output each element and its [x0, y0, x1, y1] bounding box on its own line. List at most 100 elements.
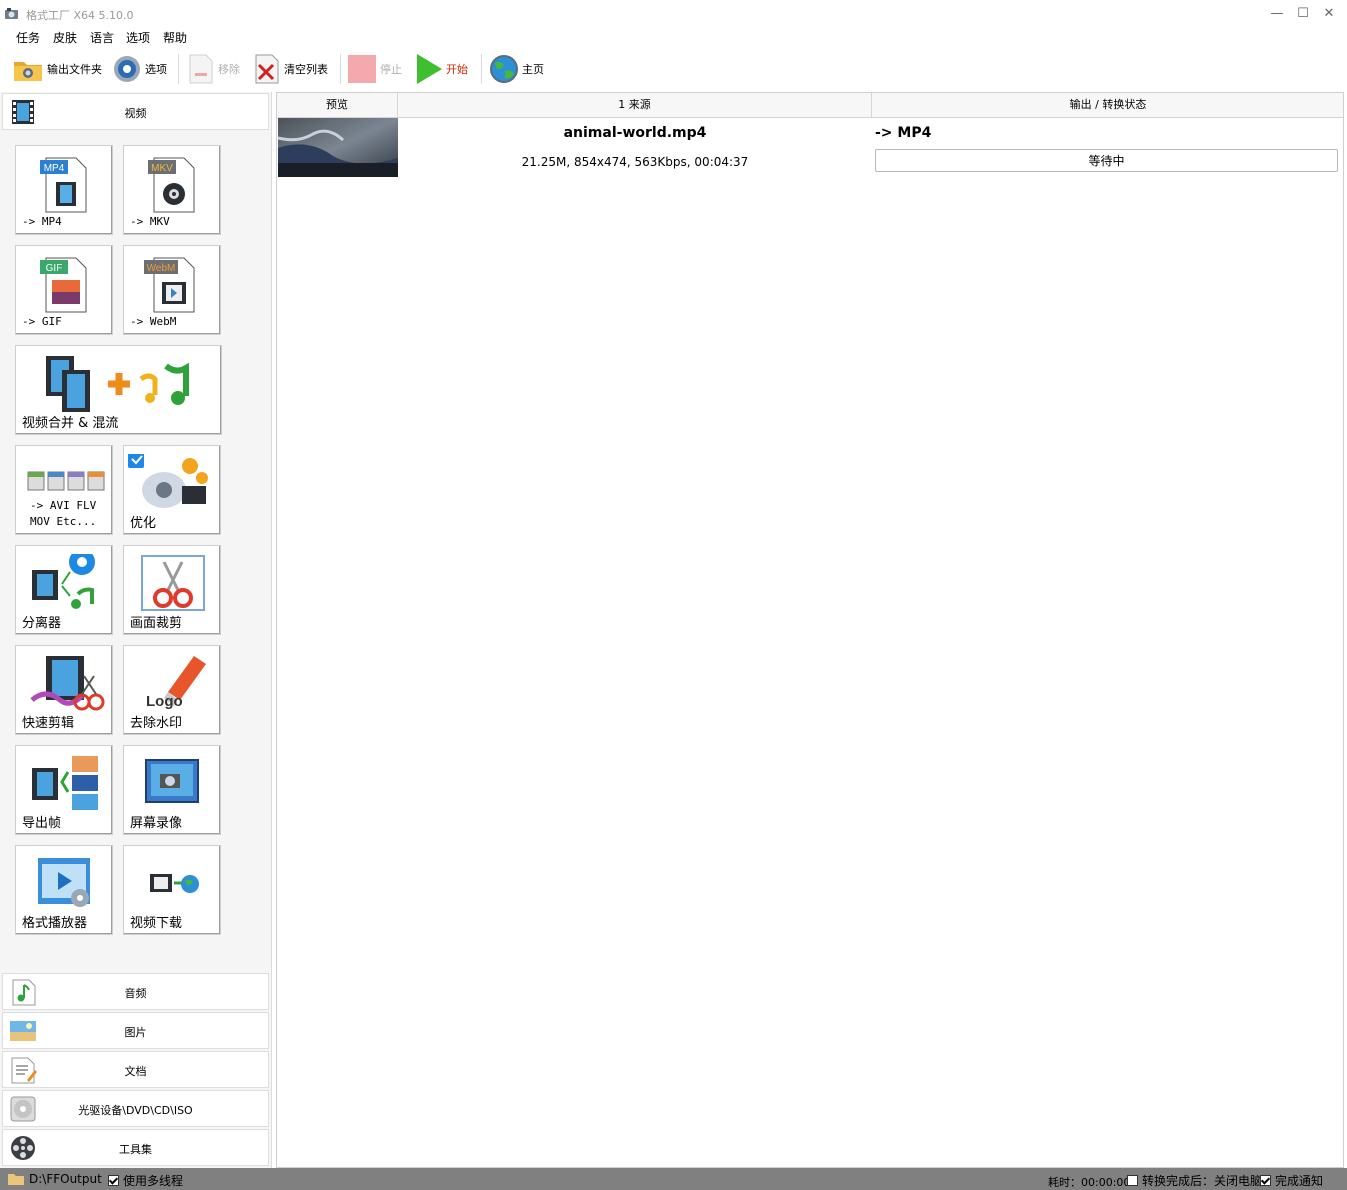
output-folder-button[interactable]: 输出文件夹: [12, 52, 102, 86]
tile-crop[interactable]: 画面裁剪: [123, 545, 221, 635]
task-list-header: 预览 1 来源 输出 / 转换状态: [277, 93, 1343, 118]
tile-video-download[interactable]: 视频下载: [123, 845, 221, 935]
category-document-label: 文档: [124, 1065, 147, 1078]
category-document[interactable]: 文档: [2, 1051, 269, 1088]
category-audio-label: 音频: [124, 987, 147, 1000]
tile-to-gif[interactable]: GIF -> GIF: [15, 245, 113, 335]
quick-edit-icon: [30, 656, 105, 711]
category-video-label: 视频: [124, 107, 147, 120]
column-source[interactable]: 1 来源: [398, 93, 872, 117]
svg-text:GIF: GIF: [46, 263, 63, 274]
tile-merge-mux[interactable]: 视频合并 & 混流: [15, 345, 222, 435]
tile-crop-label: 画面裁剪: [130, 616, 183, 631]
category-tools[interactable]: 工具集: [2, 1129, 269, 1166]
merge-icon: [46, 356, 189, 412]
player-icon: [38, 858, 90, 907]
tile-player-label: 格式播放器: [22, 916, 88, 931]
home-button[interactable]: 主页: [489, 52, 544, 86]
tile-splitter-label: 分离器: [22, 616, 62, 631]
category-image[interactable]: 图片: [2, 1012, 269, 1049]
toolbar-separator: [178, 54, 179, 84]
tile-screen-record-label: 屏幕录像: [130, 816, 183, 831]
tile-splitter[interactable]: 分离器: [15, 545, 113, 635]
stop-button[interactable]: 停止: [347, 52, 402, 86]
clear-list-icon: [255, 54, 279, 84]
toolbar: 输出文件夹 选项 移除 清空列表 停止 开始 主页: [0, 48, 1347, 90]
remove-icon: [189, 54, 213, 84]
clear-list-button[interactable]: 清空列表: [253, 52, 328, 86]
category-video[interactable]: 视频: [2, 93, 269, 130]
tile-to-mp4[interactable]: MP4 -> MP4: [15, 145, 113, 235]
tile-merge-mux-label: 视频合并 & 混流: [22, 416, 119, 431]
menu-task[interactable]: 任务: [16, 29, 40, 46]
start-button[interactable]: 开始: [415, 52, 468, 86]
export-frames-icon: [32, 756, 98, 810]
menu-bar: 任务 皮肤 语言 选项 帮助: [0, 28, 1347, 46]
column-preview[interactable]: 预览: [277, 93, 398, 117]
menu-options[interactable]: 选项: [126, 29, 150, 46]
tile-to-mkv-label: -> MKV: [130, 215, 170, 228]
notify-checkbox[interactable]: [1260, 1175, 1271, 1186]
remove-button[interactable]: 移除: [187, 52, 240, 86]
tile-export-frames[interactable]: 导出帧: [15, 745, 113, 835]
minimize-button[interactable]: —: [1266, 4, 1288, 24]
category-disc-label: 光驱设备\DVD\CD\ISO: [78, 1104, 193, 1117]
tile-to-gif-label: -> GIF: [22, 315, 62, 328]
mp4-file-icon: MP4: [40, 157, 87, 213]
svg-text:WebM: WebM: [147, 263, 176, 274]
menu-skin[interactable]: 皮肤: [53, 29, 77, 46]
output-path[interactable]: D:\FFOutput: [8, 1172, 102, 1186]
crop-scissors-icon: [141, 555, 205, 611]
eraser-icon: Logo: [146, 656, 206, 710]
svg-text:MKV: MKV: [151, 163, 173, 174]
tile-to-avi-flv-mov[interactable]: -> AVI FLV MOV Etc...: [15, 445, 113, 535]
source-info: 21.25M, 854x474, 563Kbps, 00:04:37: [521, 155, 749, 169]
close-button[interactable]: ✕: [1318, 4, 1340, 24]
multithread-toggle[interactable]: 使用多线程: [108, 1172, 183, 1189]
toolbar-separator: [340, 54, 341, 84]
tile-remove-watermark-label: 去除水印: [130, 716, 183, 731]
tile-video-download-label: 视频下载: [130, 916, 183, 931]
maximize-button[interactable]: ☐: [1292, 4, 1314, 24]
menu-language[interactable]: 语言: [90, 29, 114, 46]
mkv-file-icon: MKV: [148, 157, 195, 213]
task-list: 预览 1 来源 输出 / 转换状态 animal-world.mp4 21.25…: [276, 92, 1344, 1168]
tile-screen-record[interactable]: 屏幕录像: [123, 745, 221, 835]
elapsed-time: 耗时：00:00:00: [1048, 1176, 1131, 1189]
options-button[interactable]: 选项: [112, 52, 167, 86]
tile-to-avi-flv-mov-label: -> AVI FLV MOV Etc...: [30, 499, 97, 528]
tile-export-frames-label: 导出帧: [22, 816, 62, 831]
splitter-icon: [32, 554, 95, 609]
category-tools-label: 工具集: [119, 1143, 152, 1156]
toolbar-separator: [481, 54, 482, 84]
tile-optimize-label: 优化: [130, 516, 157, 531]
multithread-checkbox[interactable]: [108, 1175, 119, 1186]
notify-toggle[interactable]: 完成通知: [1260, 1172, 1323, 1189]
folder-icon: [14, 62, 42, 81]
screen-record-icon: [145, 759, 199, 803]
shutdown-after-toggle[interactable]: 转换完成后：关闭电脑: [1127, 1172, 1262, 1189]
globe-icon: [490, 55, 518, 83]
tile-to-webm[interactable]: WebM -> WebM: [123, 245, 221, 335]
tile-optimize[interactable]: 优化: [123, 445, 221, 535]
column-output[interactable]: 输出 / 转换状态: [872, 93, 1344, 117]
tile-to-mkv[interactable]: MKV -> MKV: [123, 145, 221, 235]
play-icon: [417, 54, 442, 84]
conversion-status: 等待中: [875, 149, 1338, 172]
tile-remove-watermark[interactable]: Logo 去除水印: [123, 645, 221, 735]
left-panel: 视频 MP4 -> MP4 MKV -> MKV GIF -> GIF WebM: [0, 92, 272, 1168]
category-audio[interactable]: 音频: [2, 973, 269, 1010]
stop-icon: [348, 55, 376, 83]
svg-text:MP4: MP4: [44, 163, 65, 174]
tile-player[interactable]: 格式播放器: [15, 845, 113, 935]
category-image-label: 图片: [124, 1026, 147, 1039]
shutdown-after-checkbox[interactable]: [1127, 1175, 1138, 1186]
gear-icon: [114, 56, 140, 82]
gif-file-icon: GIF: [40, 257, 87, 313]
tile-quick-edit[interactable]: 快速剪辑: [15, 645, 113, 735]
menu-help[interactable]: 帮助: [163, 29, 187, 46]
svg-text:Logo: Logo: [146, 693, 183, 710]
video-thumbnail: [278, 118, 398, 177]
video-download-icon: [150, 874, 199, 893]
category-disc[interactable]: 光驱设备\DVD\CD\ISO: [2, 1090, 269, 1127]
